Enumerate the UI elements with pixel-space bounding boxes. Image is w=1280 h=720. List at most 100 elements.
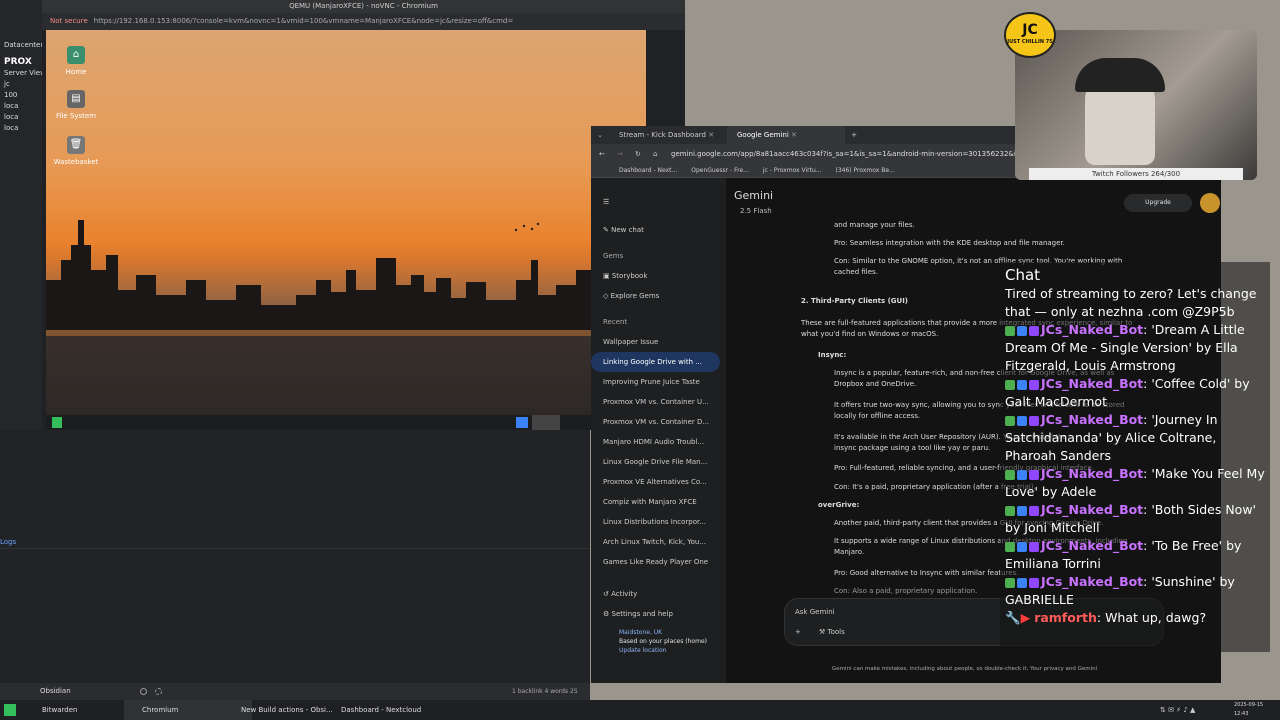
forward-icon[interactable]: → xyxy=(617,144,623,164)
recent-item[interactable]: Manjaro HDMI Audio Troubl... xyxy=(591,432,726,452)
chat-message: JCs_Naked_Bot: 'To Be Free' by Emiliana … xyxy=(1005,537,1265,573)
recent-item[interactable]: Wallpaper Issue xyxy=(591,332,726,352)
settings-item[interactable]: ⚙ Settings and help xyxy=(591,604,726,624)
update-location-link[interactable]: Update location xyxy=(619,646,726,655)
obsidian-label[interactable]: Obsidian xyxy=(40,683,71,700)
logo-subtext: JUST CHILLIN 75 xyxy=(1007,39,1053,45)
back-icon[interactable]: ← xyxy=(599,144,605,164)
gear-icon[interactable] xyxy=(155,688,162,695)
twitch-icon xyxy=(1029,469,1039,480)
response-line: Pro: Seamless integration with the KDE d… xyxy=(834,239,1065,247)
verified-icon xyxy=(1017,415,1027,426)
recent-item[interactable]: Compiz with Manjaro XFCE xyxy=(591,492,726,512)
twitch-icon xyxy=(1029,415,1039,426)
new-chat-button[interactable]: ✎ New chat xyxy=(591,220,726,240)
novnc-title: QEMU (ManjaroXFCE) - noVNC - Chromium xyxy=(42,0,685,13)
novnc-address-bar[interactable]: Not secure https://192.168.0.153:8006/?co… xyxy=(42,13,685,30)
new-chat-label: New chat xyxy=(611,226,644,234)
tab-menu-icon[interactable]: ⌄ xyxy=(591,126,609,144)
add-icon[interactable]: + xyxy=(795,627,801,638)
chat-username: JCs_Naked_Bot xyxy=(1041,538,1144,553)
workspace-switcher[interactable] xyxy=(532,415,560,430)
reload-icon[interactable]: ↻ xyxy=(635,144,641,164)
explore-gems-item[interactable]: ◇ Explore Gems xyxy=(591,286,726,306)
chat-message: JCs_Naked_Bot: 'Dream A Little Dream Of … xyxy=(1005,321,1265,375)
chat-username: JCs_Naked_Bot xyxy=(1041,466,1144,481)
chat-username: JCs_Naked_Bot xyxy=(1041,502,1144,517)
divider xyxy=(0,548,590,549)
chat-message: 🔧▶ ramforth: What up, dawg? xyxy=(1005,609,1265,627)
response-line: Pro: Good alternative to Insync with sim… xyxy=(834,569,1019,577)
gemini-brand: Gemini xyxy=(734,189,774,202)
chat-message: JCs_Naked_Bot: 'Sunshine' by GABRIELLE xyxy=(1005,573,1265,609)
bookmark-item[interactable]: OpenGuessr - Fre... xyxy=(691,164,749,177)
chat-text: : What up, dawg? xyxy=(1096,610,1207,625)
vm-taskbar[interactable] xyxy=(46,415,646,430)
window-icon[interactable] xyxy=(516,417,528,428)
logs-label[interactable]: Logs xyxy=(0,538,16,546)
tray-icons[interactable]: ⇅ ✉ ⚡ ♪ ▲ xyxy=(1160,700,1195,720)
verified-icon xyxy=(1017,379,1027,390)
bookmark-item[interactable]: (346) Proxmox Be... xyxy=(835,164,894,177)
check-icon xyxy=(1005,415,1015,426)
wastebasket-icon[interactable]: 🗑 Wastebasket xyxy=(46,136,106,166)
filesystem-label: File System xyxy=(55,112,97,120)
check-icon xyxy=(1005,469,1015,480)
avatar[interactable] xyxy=(1200,193,1220,213)
response-line: Con: Also a paid, proprietary applicatio… xyxy=(834,587,978,595)
home-label: Home xyxy=(65,68,87,76)
verified-icon xyxy=(1017,505,1027,516)
response-line: locally for offline access. xyxy=(834,412,921,420)
verified-icon xyxy=(1017,325,1027,336)
chat-username: JCs_Naked_Bot xyxy=(1041,574,1144,589)
bookmark-item[interactable]: jc - Proxmox Virtu... xyxy=(763,164,822,177)
bookmark-item[interactable]: Dashboard - Next... xyxy=(619,164,677,177)
taskbar-item[interactable]: New Build actions - Obsi... xyxy=(241,700,333,720)
recent-item[interactable]: Linux Distributions Incorpor... xyxy=(591,512,726,532)
location-name: Maidstone, UK xyxy=(619,629,663,636)
check-icon xyxy=(1005,577,1015,588)
city-skyline xyxy=(46,220,646,415)
recent-item[interactable]: Proxmox VM vs. Container D... xyxy=(591,412,726,432)
tab-kick-dashboard[interactable]: Stream - Kick Dashboard ✕ xyxy=(609,126,727,144)
taskbar-item[interactable]: Bitwarden xyxy=(42,700,77,720)
clock[interactable]: 2025-09-15 12:43 xyxy=(1234,701,1263,719)
taskbar-item[interactable]: Dashboard - Nextcloud xyxy=(341,700,421,720)
recent-item-active[interactable]: Linking Google Drive with ... xyxy=(591,352,720,372)
recent-item[interactable]: Improving Prune Juice Taste xyxy=(591,372,726,392)
verified-icon xyxy=(1017,577,1027,588)
filesystem-icon[interactable]: ▤ File System xyxy=(46,90,106,120)
check-icon xyxy=(1005,379,1015,390)
chat-message: JCs_Naked_Bot: 'Make You Feel My Love' b… xyxy=(1005,465,1265,501)
home-icon[interactable]: ⌂ Home xyxy=(46,46,106,76)
menu-icon[interactable]: ☰ xyxy=(591,192,726,212)
manjaro-menu-icon[interactable] xyxy=(4,704,16,716)
twitch-icon xyxy=(1029,325,1039,336)
upgrade-button[interactable]: Upgrade xyxy=(1124,194,1192,212)
recent-item[interactable]: Linux Google Drive File Man... xyxy=(591,452,726,472)
storybook-item[interactable]: ▣ Storybook xyxy=(591,266,726,286)
model-selector[interactable]: 2.5 Flash xyxy=(740,206,772,217)
taskbar-item-active[interactable]: Chromium xyxy=(124,700,252,720)
recent-item[interactable]: Proxmox VE Alternatives Co... xyxy=(591,472,726,492)
response-line: and manage your files. xyxy=(834,221,915,229)
recent-item[interactable]: Arch Linux Twitch, Kick, You... xyxy=(591,532,726,552)
tab-label: Stream - Kick Dashboard xyxy=(619,131,706,139)
help-icon[interactable] xyxy=(140,688,147,695)
vm-desktop[interactable]: ⌂ Home ▤ File System 🗑 Wastebasket xyxy=(46,30,646,415)
obsidian-workspace: Logs xyxy=(0,430,590,700)
stream-chat-overlay: Chat Tired of streaming to zero? Let's c… xyxy=(1000,262,1270,652)
tab-gemini[interactable]: Google Gemini ✕ xyxy=(727,126,845,144)
home-button-icon[interactable]: ⌂ xyxy=(653,144,657,164)
response-subheading: overGrive: xyxy=(818,501,860,509)
chat-promo: Tired of streaming to zero? Let's change… xyxy=(1005,286,1257,319)
activity-item[interactable]: ↺ Activity xyxy=(591,584,726,604)
chat-message: JCs_Naked_Bot: 'Journey In Satchidananda… xyxy=(1005,411,1265,465)
manjaro-icon[interactable] xyxy=(52,417,62,428)
tools-button[interactable]: ⚒ Tools xyxy=(819,627,845,638)
ask-input-placeholder[interactable]: Ask Gemini xyxy=(795,607,835,618)
recent-item[interactable]: Games Like Ready Player One xyxy=(591,552,726,572)
new-tab-icon[interactable]: + xyxy=(845,126,863,144)
recent-item[interactable]: Proxmox VM vs. Container U... xyxy=(591,392,726,412)
youtube-icon: ▶ xyxy=(1020,610,1031,625)
